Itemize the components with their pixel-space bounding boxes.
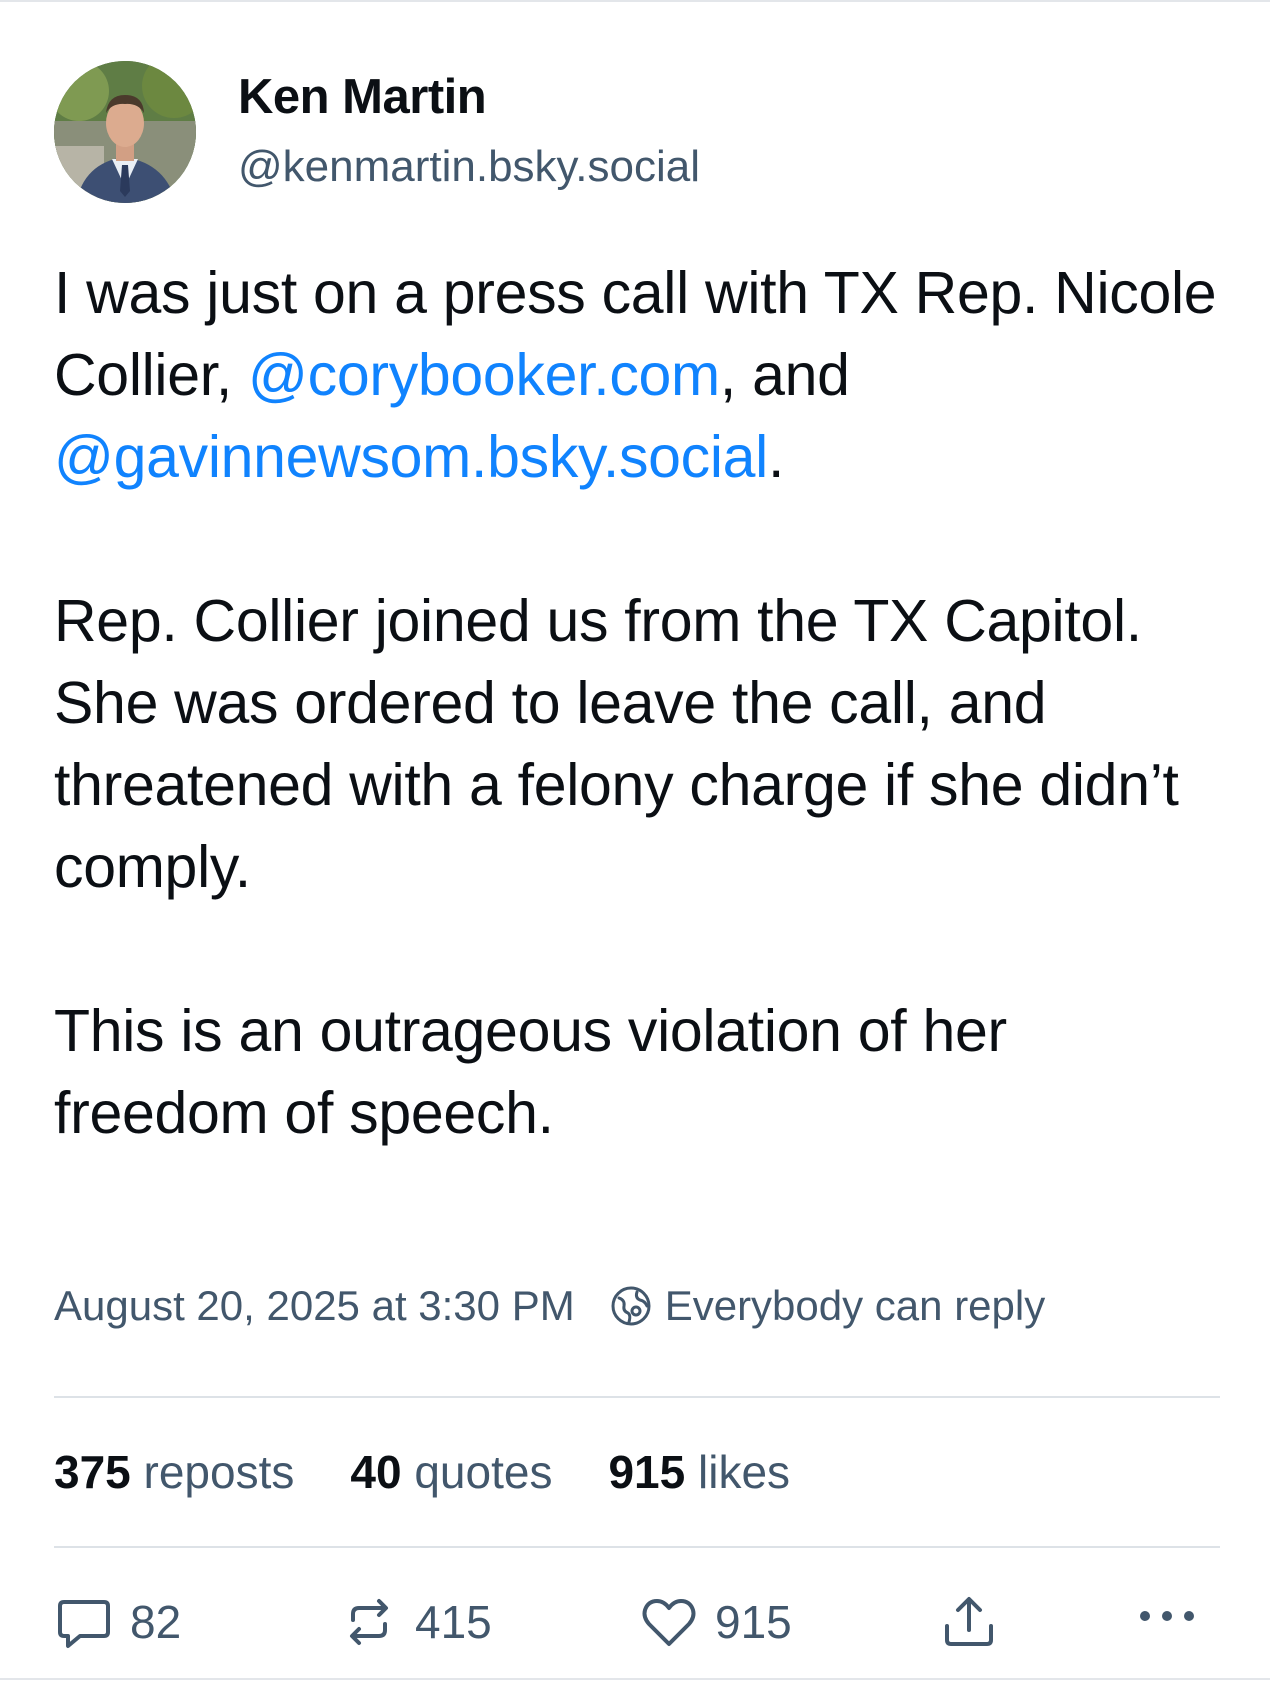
likes-label: likes — [698, 1446, 791, 1498]
reposts-label: reposts — [143, 1446, 295, 1498]
post-header: Ken Martin @kenmartin.bsky.social — [54, 58, 1220, 206]
author-names: Ken Martin @kenmartin.bsky.social — [238, 69, 700, 195]
post-paragraph-3: This is an outrageous violation of her f… — [54, 998, 1007, 1146]
like-button[interactable]: 915 — [639, 1592, 792, 1652]
reply-button[interactable]: 82 — [54, 1592, 181, 1652]
author-display-name[interactable]: Ken Martin — [238, 69, 700, 125]
quotes-label: quotes — [414, 1446, 553, 1498]
post-text: I was just on a press call with TX Rep. … — [54, 252, 1220, 1154]
likes-count: 915 — [608, 1446, 686, 1498]
avatar[interactable] — [54, 61, 196, 203]
share-button[interactable] — [939, 1592, 1015, 1652]
likes-stat[interactable]: 915 likes — [608, 1445, 790, 1499]
repost-icon — [339, 1592, 399, 1652]
more-options-button[interactable] — [1136, 1606, 1214, 1626]
post-paragraph-2: Rep. Collier joined us from the TX Capit… — [54, 588, 1179, 900]
post-text-segment: . — [768, 424, 785, 490]
post-frame: Ken Martin @kenmartin.bsky.social I was … — [0, 0, 1270, 1680]
post-actions: 82 415 915 — [54, 1548, 1220, 1698]
reposts-stat[interactable]: 375 reposts — [54, 1445, 294, 1499]
globe-icon — [609, 1284, 653, 1328]
quotes-stat[interactable]: 40 quotes — [350, 1445, 552, 1499]
post-timestamp[interactable]: August 20, 2025 at 3:30 PM — [54, 1282, 575, 1330]
post-meta: August 20, 2025 at 3:30 PM Everybody can… — [54, 1278, 1220, 1334]
post-text-segment: , and — [719, 342, 850, 408]
like-count: 915 — [715, 1596, 792, 1648]
post-paragraph-1: I was just on a press call with TX Rep. … — [54, 252, 1220, 498]
avatar-photo — [54, 61, 196, 203]
author-handle[interactable]: @kenmartin.bsky.social — [238, 139, 700, 195]
reply-icon — [54, 1592, 114, 1652]
more-icon — [1136, 1606, 1198, 1626]
reply-setting-label: Everybody can reply — [664, 1282, 1046, 1329]
reply-count: 82 — [130, 1596, 182, 1648]
repost-button[interactable]: 415 — [339, 1592, 492, 1652]
mention-link-gavinnewsom[interactable]: @gavinnewsom.bsky.social — [54, 424, 768, 490]
quotes-count: 40 — [350, 1446, 402, 1498]
reposts-count: 375 — [54, 1446, 131, 1498]
post-stats: 375 reposts 40 quotes 915 likes — [54, 1398, 1220, 1546]
mention-link-corybooker[interactable]: @corybooker.com — [248, 342, 720, 408]
heart-icon — [639, 1592, 699, 1652]
post-thread-item: Ken Martin @kenmartin.bsky.social I was … — [54, 58, 1220, 1698]
share-icon — [939, 1592, 999, 1652]
reply-setting[interactable]: Everybody can reply — [609, 1282, 1046, 1330]
repost-count: 415 — [415, 1596, 492, 1648]
